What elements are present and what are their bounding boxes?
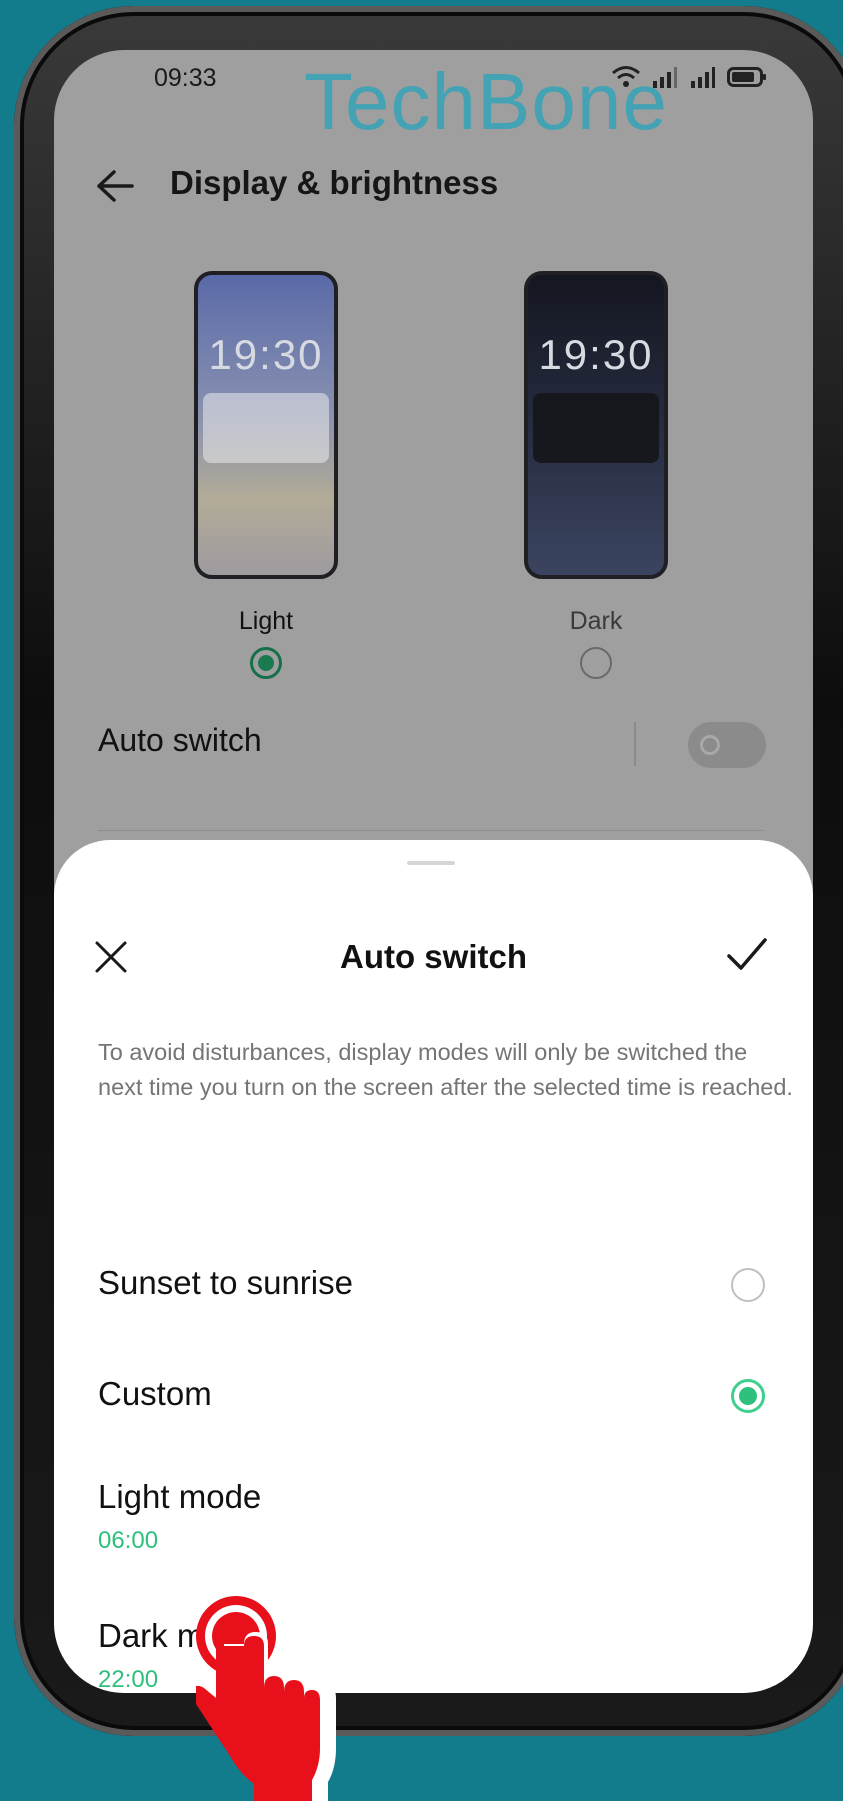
auto-switch-toggle[interactable] — [688, 722, 766, 768]
option-label: Sunset to sunrise — [98, 1264, 353, 1301]
auto-switch-label: Auto switch — [98, 722, 262, 758]
light-mode-radio[interactable] — [250, 647, 282, 679]
page-title: Display & brightness — [170, 164, 499, 201]
dark-mode-radio[interactable] — [580, 647, 612, 679]
option-label: Custom — [98, 1375, 212, 1412]
check-icon[interactable] — [726, 936, 768, 974]
status-time: 09:33 — [154, 64, 217, 92]
phone-screen: 09:33 TechBone Display & brightness 19:3… — [54, 50, 813, 1693]
drag-handle[interactable] — [407, 861, 455, 865]
option-custom[interactable]: Custom — [54, 1364, 813, 1444]
arrow-left-icon[interactable] — [94, 168, 136, 204]
header: Display & brightness — [54, 150, 813, 220]
preview-card — [203, 393, 329, 463]
divider — [634, 722, 636, 766]
light-mode-label: Light — [238, 607, 294, 635]
dark-mode-label: Dark — [569, 607, 623, 635]
sunset-to-sunrise-radio[interactable] — [731, 1268, 765, 1302]
light-mode-label: Light mode — [98, 1478, 262, 1515]
light-mode-preview[interactable]: 19:30 — [194, 271, 338, 579]
light-mode-time-row[interactable]: Light mode 06:00 — [54, 1469, 813, 1569]
custom-radio[interactable] — [731, 1379, 765, 1413]
preview-time: 19:30 — [538, 331, 654, 378]
auto-switch-sheet: Auto switch To avoid disturbances, displ… — [54, 840, 813, 1693]
divider — [98, 830, 764, 831]
dark-mode-time-row[interactable]: Dark mode 22:00 — [54, 1608, 813, 1693]
sheet-description: To avoid disturbances, display modes wil… — [98, 1039, 793, 1100]
toggle-knob — [700, 735, 720, 755]
preview-time: 19:30 — [208, 331, 324, 378]
option-sunset-to-sunrise[interactable]: Sunset to sunrise — [54, 1253, 813, 1333]
light-mode-time: 06:00 — [98, 1527, 159, 1554]
battery-icon — [727, 67, 766, 87]
signal-icon — [691, 67, 715, 88]
watermark: TechBone — [304, 57, 668, 146]
dark-mode-preview[interactable]: 19:30 — [524, 271, 668, 579]
preview-card — [533, 393, 659, 463]
dark-mode-time: 22:00 — [98, 1666, 159, 1693]
auto-switch-row[interactable]: Auto switch — [54, 700, 813, 780]
sheet-title: Auto switch — [340, 938, 527, 975]
tap-hand-icon — [196, 1596, 336, 1801]
